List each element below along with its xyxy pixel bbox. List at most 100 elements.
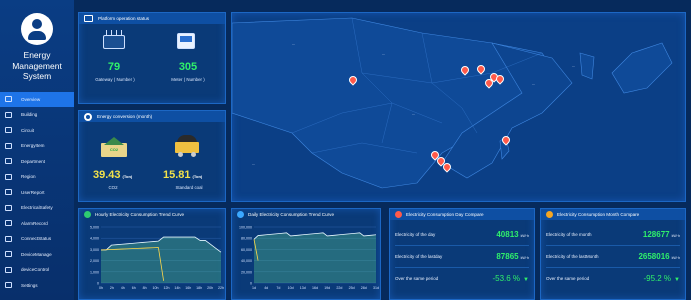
platform-status-panel: Platform operation status 79 Gateway ( N… xyxy=(78,12,226,104)
day-compare-row: Electricity of the lastday 87865 kW·h xyxy=(395,245,529,267)
hourly-trend-title: Hourly Electricity Consumption Trend Cur… xyxy=(95,212,185,217)
daily-xtick: 4d xyxy=(264,286,268,290)
month-compare-row: Electricity of the month 128677 kW·h xyxy=(546,229,680,239)
daily-xtick: 22d xyxy=(336,286,342,290)
energy-item-icon xyxy=(5,142,12,149)
month-compare-panel: Electricity Consumption Month Compare El… xyxy=(540,208,686,300)
sidebar-item-overview[interactable]: Overview xyxy=(0,91,74,107)
daily-ytick: 40,000 xyxy=(241,259,252,263)
day-compare-header: Electricity Consumption Day Compare xyxy=(390,209,534,220)
gateway-label: Gateway ( Number ) xyxy=(95,77,135,82)
meter-label: Meter ( Number ) xyxy=(171,77,205,82)
map-panel[interactable]: ··· ··· ··· ··· ··· ··· xyxy=(231,12,686,202)
hourly-xtick: 12h xyxy=(163,286,169,290)
hourly-xtick: 14h xyxy=(174,286,180,290)
daily-ytick: 0 xyxy=(250,282,252,286)
hourly-xtick: 20h xyxy=(207,286,213,290)
daily-xtick: 25d xyxy=(349,286,355,290)
daily-ytick: 80,000 xyxy=(241,237,252,241)
hourly-ytick: 0 xyxy=(97,282,99,286)
settings-icon xyxy=(5,282,12,289)
hourly-xtick: 10h xyxy=(153,286,159,290)
daily-trend-icon xyxy=(237,211,244,218)
sidebar-item-label: DeviceManage xyxy=(21,251,52,257)
sidebar-item-label: ElectricalSafety xyxy=(21,205,53,211)
sidebar-item-energyitem[interactable]: EnergyItem xyxy=(0,138,74,154)
coal-label: Standard coal xyxy=(175,185,203,190)
japan-region xyxy=(611,42,673,94)
hourly-xtick: 4h xyxy=(121,286,125,290)
sidebar-item-userreport[interactable]: UserReport xyxy=(0,185,74,201)
connect-icon xyxy=(5,235,12,242)
arrow-down-icon: ▼ xyxy=(674,277,680,283)
daily-trend-header: Daily Electricity Consumption Trend Curv… xyxy=(232,209,380,220)
energy-conversion-title: Energy conversion (month) xyxy=(97,114,153,119)
month-compare-row: Over the same period -95.2 % ▼ xyxy=(546,267,680,289)
alarm-icon xyxy=(5,220,12,227)
month-compare-row: Electricity of the lastMonth 2658016 kW·h xyxy=(546,245,680,267)
daily-xtick: 19d xyxy=(324,286,330,290)
daily-ytick: 100,000 xyxy=(239,226,252,230)
daily-xtick: 31d xyxy=(373,286,379,290)
sidebar-item-label: UserReport xyxy=(21,189,45,195)
meter-count: 305 xyxy=(178,61,198,73)
day-compare-row: Over the same period -53.6 % ▼ xyxy=(395,267,529,289)
sidebar-item-devicecontrol[interactable]: deviceControl xyxy=(0,262,74,278)
safety-icon xyxy=(5,204,12,211)
sidebar-item-region[interactable]: Region xyxy=(0,169,74,185)
co2-value: 39.43 (Ton) xyxy=(93,169,133,181)
platform-status-title: Platform operation status xyxy=(98,16,150,21)
platform-icon xyxy=(84,15,93,22)
device-control-icon xyxy=(5,266,12,273)
daily-ytick: 60,000 xyxy=(241,248,252,252)
hourly-ytick: 5,000 xyxy=(90,226,99,230)
daily-xtick: 7d xyxy=(276,286,280,290)
daily-xtick: 10d xyxy=(288,286,294,290)
daily-trend-panel: Daily Electricity Consumption Trend Curv… xyxy=(231,208,381,300)
coal-value: 15.81 (Ton) xyxy=(163,169,203,181)
sidebar-item-label: Overview xyxy=(21,96,41,102)
sidebar-item-label: EnergyItem xyxy=(21,143,45,149)
hourly-trend-icon xyxy=(84,211,91,218)
co2-factory-icon: CO2 xyxy=(101,135,127,157)
sidebar-item-label: ConnectStatus xyxy=(21,236,52,242)
gear-icon xyxy=(84,112,92,121)
user-avatar-icon[interactable] xyxy=(21,13,53,45)
daily-xtick: 16d xyxy=(312,286,318,290)
month-compare-header: Electricity Consumption Month Compare xyxy=(541,209,685,220)
sidebar-item-department[interactable]: Department xyxy=(0,154,74,170)
co2-label: CO2 xyxy=(108,185,118,190)
meter-icon xyxy=(177,33,195,49)
day-compare-row: Electricity of the day 40813 kW·h xyxy=(395,229,529,239)
sidebar-item-alarmrecord[interactable]: AlarmRecord xyxy=(0,216,74,232)
sidebar-item-settings[interactable]: Settings xyxy=(0,278,74,294)
sidebar-item-label: Region xyxy=(21,174,36,180)
hourly-xtick: 2h xyxy=(110,286,114,290)
sidebar-item-label: Department xyxy=(21,158,46,164)
sidebar-item-label: deviceControl xyxy=(21,267,50,273)
sidebar-item-devicemanage[interactable]: DeviceManage xyxy=(0,247,74,263)
report-icon xyxy=(5,189,12,196)
coal-cart-icon xyxy=(175,135,199,157)
hourly-xtick: 8h xyxy=(143,286,147,290)
energy-conversion-header: Energy conversion (month) xyxy=(79,111,225,122)
hourly-trend-chart[interactable]: 5,000 4,000 3,000 2,000 1,000 00h 2h 4h 6h 8h 10h 1… xyxy=(79,221,227,300)
daily-ytick: 20,000 xyxy=(241,270,252,274)
monitor-icon xyxy=(5,96,12,103)
month-change-value: -95.2 % xyxy=(643,274,672,283)
hourly-xtick: 22h xyxy=(218,286,224,290)
system-title: Energy Management System xyxy=(12,50,62,81)
daily-xtick: 1d xyxy=(252,286,256,290)
sidebar-item-connectstatus[interactable]: ConnectStatus xyxy=(0,231,74,247)
hourly-xtick: 0h xyxy=(99,286,103,290)
sidebar-item-circuit[interactable]: Circuit xyxy=(0,123,74,139)
sidebar-item-electricalsafety[interactable]: ElectricalSafety xyxy=(0,200,74,216)
sidebar-item-label: AlarmRecord xyxy=(21,220,48,226)
arrow-down-icon: ▼ xyxy=(523,277,529,283)
sidebar-item-building[interactable]: Building xyxy=(0,107,74,123)
daily-area xyxy=(254,232,376,283)
co2-badge: CO2 xyxy=(109,147,119,152)
hourly-area xyxy=(101,237,221,283)
daily-trend-chart[interactable]: 100,000 80,000 60,000 40,000 20,000 01d 4d 7d 10… xyxy=(232,221,382,300)
sidebar-menu: Overview Building Circuit EnergyItem Departm… xyxy=(0,91,74,294)
